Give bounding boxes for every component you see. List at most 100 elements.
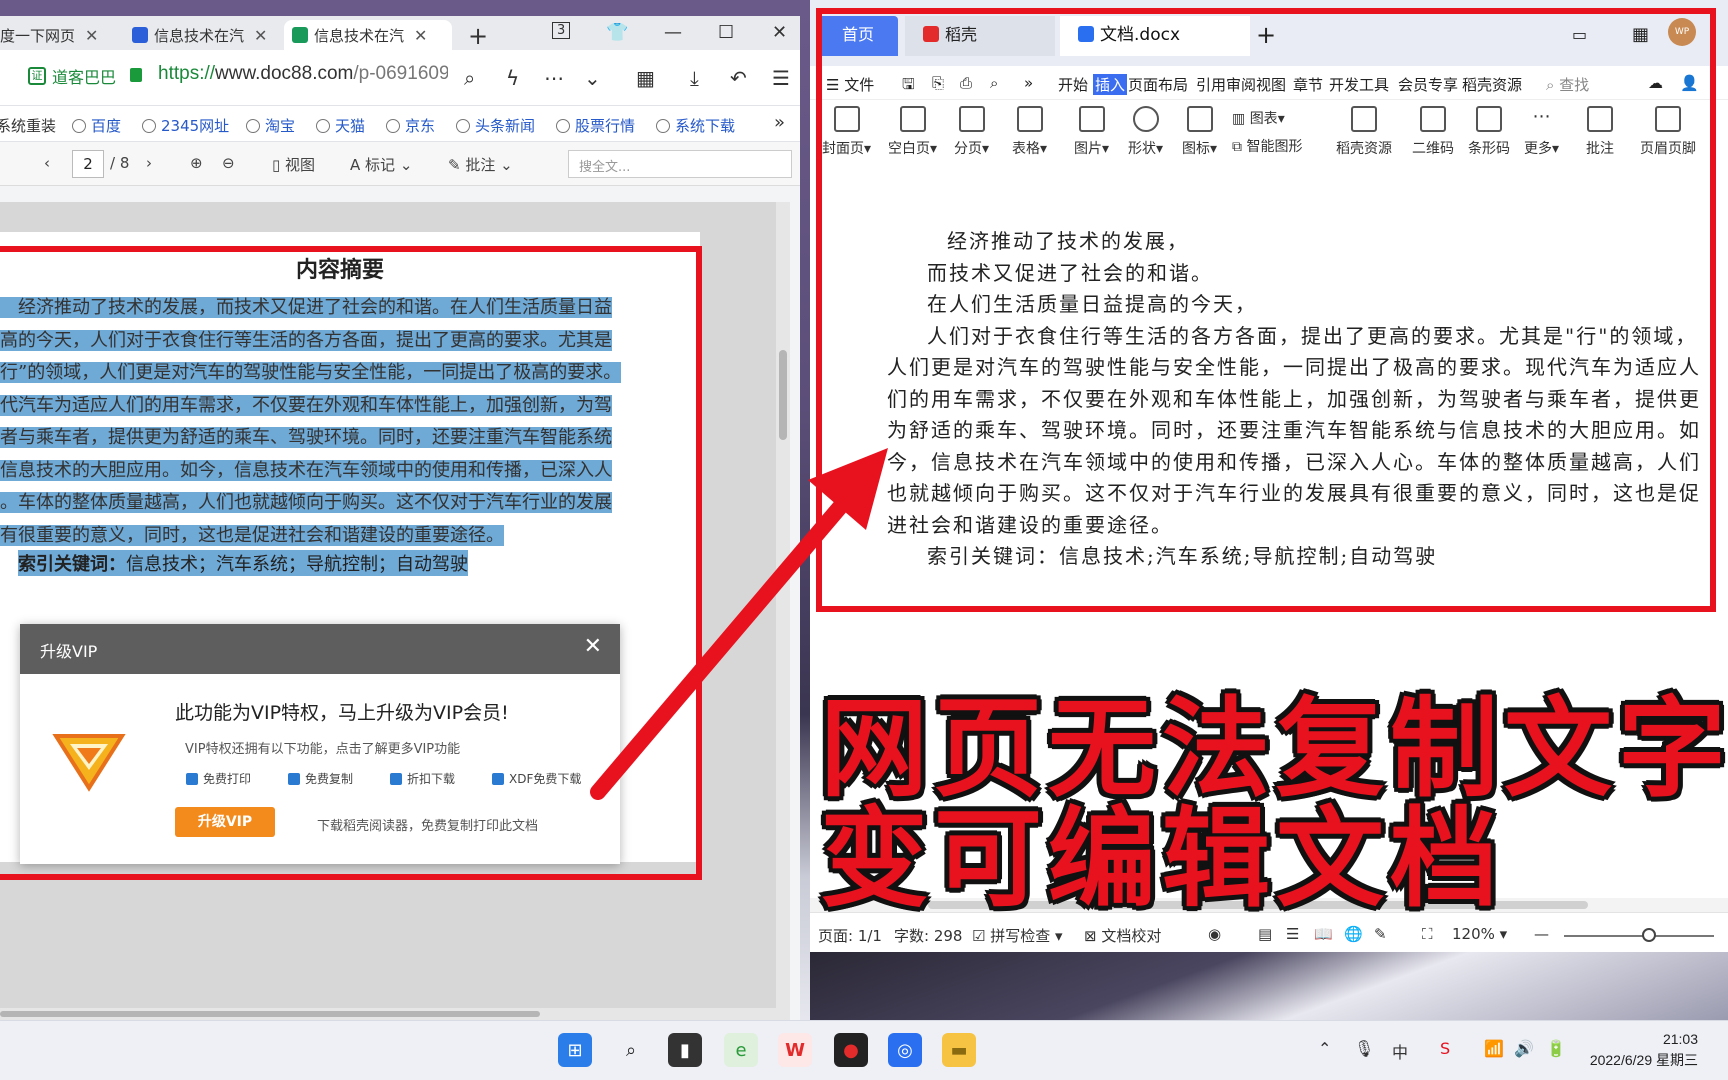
minimize-button[interactable]: —	[664, 22, 682, 43]
pen-icon: ✎	[448, 156, 466, 174]
page-indicator[interactable]: 页面: 1/1	[818, 925, 882, 946]
globe-icon	[142, 118, 156, 133]
wps-app-icon[interactable]: W	[778, 1033, 812, 1067]
doc-search-input[interactable]: 搜全文...	[568, 150, 792, 178]
globe-icon	[246, 118, 260, 133]
clock-date: 2022/6/29 星期三	[1589, 1052, 1698, 1068]
tray-chevron-up-icon[interactable]: ⌃	[1318, 1039, 1331, 1058]
bookmark-item[interactable]: 天猫	[316, 115, 365, 136]
spell-check-button[interactable]: ☑ 拼写检查 ▾	[972, 925, 1063, 946]
tab-label: 信息技术在汽	[314, 26, 405, 45]
annotate-button[interactable]: ✎ 批注 ⌄	[448, 154, 513, 175]
wifi-icon[interactable]: 📶	[1484, 1039, 1504, 1058]
url-host: www.doc88.com	[215, 63, 354, 84]
shirt-icon[interactable]: 👕	[606, 22, 628, 43]
browser-tab-3-active[interactable]: 信息技术在汽 ✕	[284, 20, 452, 50]
view-button[interactable]: ▯ 视图	[272, 154, 315, 175]
site-badge[interactable]: 证 道客巴巴	[28, 64, 116, 88]
globe-icon	[456, 118, 470, 133]
system-clock[interactable]: 21:03 2022/6/29 星期三	[1590, 1029, 1698, 1071]
menu-icon[interactable]: ☰	[772, 66, 790, 90]
volume-icon[interactable]: 🔊	[1514, 1039, 1534, 1058]
bookmark-item[interactable]: 京东	[386, 115, 435, 136]
task-view-icon[interactable]: ▮	[668, 1033, 702, 1067]
bookmark-label: 京东	[405, 117, 436, 135]
zoom-out-icon[interactable]: ⊖	[222, 154, 235, 172]
lightning-icon[interactable]: ϟ	[506, 66, 519, 90]
app-icon[interactable]: ◎	[888, 1033, 922, 1067]
zoom-slider-track[interactable]	[1564, 935, 1714, 937]
bookmark-item[interactable]: 系统下载	[656, 115, 735, 136]
lock-icon[interactable]	[130, 68, 142, 82]
red-annotation-box-left	[0, 246, 702, 880]
mark-icon: A	[350, 156, 366, 174]
bookmark-label: 系统重装	[0, 117, 57, 135]
battery-icon[interactable]: 🔋	[1546, 1039, 1566, 1058]
bookmark-item[interactable]: 2345网址	[142, 115, 229, 136]
bookmark-label: 淘宝	[265, 117, 296, 135]
proof-label: 文档校对	[1101, 927, 1162, 945]
undo-icon[interactable]: ↶	[730, 66, 747, 90]
next-page-button[interactable]: ›	[146, 154, 152, 172]
annotate-label: 批注	[465, 156, 496, 174]
recorder-app-icon[interactable]: ●	[834, 1033, 868, 1067]
tab-count-button[interactable]: 3	[552, 22, 571, 39]
url-field[interactable]: https://www.doc88.com/p-0691609	[158, 63, 448, 85]
browser-tab-1[interactable]: 度一下网页 ✕	[0, 20, 106, 50]
scrollbar-thumb[interactable]	[779, 350, 787, 440]
bookmark-item[interactable]: 股票行情	[556, 115, 635, 136]
bookmark-label: 头条新闻	[475, 117, 536, 135]
windows-start-icon[interactable]: ⊞	[558, 1033, 592, 1067]
file-explorer-icon[interactable]: ▬	[942, 1033, 976, 1067]
bookmark-item[interactable]: 淘宝	[246, 115, 295, 136]
url-path: /p-0691609	[353, 63, 448, 84]
bookmark-label: 系统下载	[675, 117, 736, 135]
bookmarks-bar: 系统重装 百度 2345网址 淘宝 天猫 京东 头条新闻 股票行情 系统下载 »	[0, 106, 800, 142]
bookmark-item[interactable]: 头条新闻	[456, 115, 535, 136]
baidu-paw-icon	[132, 27, 148, 43]
browser-tab-2[interactable]: 信息技术在汽 ✕	[124, 20, 275, 50]
proof-icon: ⊠	[1084, 927, 1102, 945]
prev-page-button[interactable]: ‹	[44, 154, 50, 172]
zoom-in-icon[interactable]: ⊕	[190, 154, 203, 172]
proofread-button[interactable]: ⊠ 文档校对	[1084, 925, 1161, 946]
close-window-button[interactable]: ✕	[772, 22, 787, 43]
zoom-slider-handle[interactable]	[1642, 928, 1656, 942]
wallpaper-mountain	[810, 950, 1728, 1020]
close-icon[interactable]: ✕	[254, 26, 267, 45]
vertical-scrollbar[interactable]	[776, 202, 790, 1020]
microphone-icon[interactable]: 🎙	[1354, 1039, 1374, 1058]
clock-time: 21:03	[1662, 1031, 1698, 1047]
doc88-logo-icon: 证	[28, 67, 46, 85]
horizontal-scrollbar[interactable]	[0, 1008, 776, 1020]
mark-button[interactable]: A 标记 ⌄	[350, 154, 412, 175]
close-icon[interactable]: ✕	[414, 26, 427, 45]
bookmark-item[interactable]: 系统重装	[0, 115, 56, 136]
chevron-down-icon[interactable]: ⌄	[584, 66, 601, 90]
scrollbar-thumb[interactable]	[0, 1011, 540, 1017]
taskbar: ⊞ ⌕ ▮ e W ● ◎ ▬ ⌃ 🎙 中 S 📶 🔊 🔋 21:03 2022…	[0, 1020, 1728, 1080]
maximize-button[interactable]: ☐	[718, 22, 734, 43]
apps-grid-icon[interactable]: ▦	[636, 66, 655, 90]
zoom-out-button[interactable]: —	[1534, 925, 1549, 943]
browser-tabbar: 度一下网页 ✕ 信息技术在汽 ✕ 信息技术在汽 ✕ + 3 👕 — ☐ ✕	[0, 16, 800, 50]
tab-label: 信息技术在汽	[154, 26, 245, 45]
page-number-input[interactable]: 2	[72, 150, 104, 178]
ime-indicator[interactable]: 中	[1392, 1039, 1408, 1063]
close-icon[interactable]: ✕	[85, 26, 98, 45]
more-bookmarks-button[interactable]: »	[774, 112, 785, 133]
download-icon[interactable]: ⤓	[690, 66, 699, 90]
search-icon[interactable]: ⌕	[464, 66, 475, 90]
new-tab-button[interactable]: +	[468, 22, 488, 50]
more-icon[interactable]: ⋯	[544, 66, 564, 90]
spell-label: 拼写检查	[990, 927, 1051, 945]
page-current: 2	[83, 155, 93, 173]
view-icon: ▯	[272, 156, 286, 174]
word-count[interactable]: 字数: 298	[894, 925, 962, 946]
globe-icon	[556, 118, 570, 133]
sogou-ime-icon[interactable]: S	[1440, 1039, 1450, 1058]
browser-app-icon[interactable]: e	[724, 1033, 758, 1067]
page-total: / 8	[110, 154, 130, 172]
bookmark-item[interactable]: 百度	[72, 115, 121, 136]
search-icon[interactable]: ⌕	[614, 1033, 648, 1067]
